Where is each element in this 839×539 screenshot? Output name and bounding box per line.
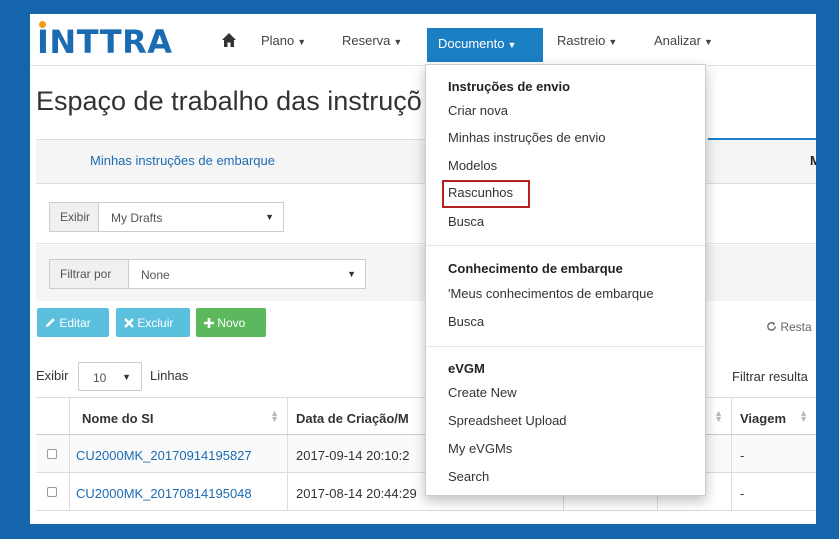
filter-by-select[interactable]: None ▼ — [128, 259, 366, 289]
header-si-name[interactable]: Nome do SI ▲ ▼ — [70, 398, 288, 434]
header-voyage[interactable]: Viagem ▲ ▼ — [732, 398, 816, 434]
logo-dot-icon — [39, 21, 46, 28]
inttra-logo[interactable]: INTTRA — [34, 18, 202, 62]
menu-heading-evgm: eVGM — [448, 361, 485, 376]
menu-item-create-new[interactable]: Criar nova — [448, 103, 508, 118]
header-date-label: Data de Criação/M — [296, 411, 409, 426]
menu-item-my-bills-of-lading[interactable]: 'Meus conhecimentos de embarque — [448, 286, 654, 301]
nav-reserva-label: Reserva — [342, 33, 391, 48]
new-button-label: Novo — [217, 316, 246, 330]
delete-button-label: Excluir — [137, 316, 174, 330]
menu-divider — [426, 346, 705, 347]
header-checkbox-col — [36, 398, 70, 434]
header-voyage-label: Viagem — [740, 411, 787, 426]
nav-analizar[interactable]: Analizar ▼ — [654, 33, 713, 48]
menu-heading-shipping-instructions: Instruções de envio — [448, 79, 571, 94]
filter-by-label: Filtrar por — [49, 259, 129, 289]
chevron-down-icon: ▼ — [608, 37, 618, 47]
sort-icon: ▲ ▼ — [714, 408, 723, 424]
page-length-suffix: Linhas — [150, 368, 189, 383]
menu-item-templates[interactable]: Modelos — [448, 158, 497, 173]
menu-heading-bill-of-lading: Conhecimento de embarque — [448, 261, 623, 276]
drafts-highlight-box — [442, 180, 530, 208]
menu-item-evgm-create-new[interactable]: Create New — [448, 385, 517, 400]
row-select-cell — [36, 473, 70, 510]
voyage-cell: - — [740, 448, 745, 463]
view-select[interactable]: My Drafts ▼ — [98, 202, 284, 232]
header-si-name-label: Nome do SI — [82, 411, 154, 426]
logo-text: INTTRA — [37, 23, 173, 61]
refresh-icon — [767, 321, 776, 331]
top-navbar: INTTRA Plano ▼ Reserva ▼ Documento ▼ Rastre… — [30, 14, 816, 66]
nav-reserva[interactable]: Reserva ▼ — [342, 33, 402, 48]
nav-documento-label: Documento — [438, 36, 505, 51]
filter-by-select-value: None — [141, 268, 170, 282]
page-length-select[interactable]: 10 ▼ — [78, 362, 142, 391]
menu-divider — [426, 245, 705, 246]
documento-dropdown-menu: Instruções de envio Criar nova Minhas in… — [425, 64, 706, 496]
menu-item-my-evgms[interactable]: My eVGMs — [448, 441, 512, 456]
nav-plano[interactable]: Plano ▼ — [261, 33, 306, 48]
menu-item-search-si[interactable]: Busca — [448, 214, 484, 229]
restore-link[interactable]: Resta — [766, 320, 812, 334]
page-length-label: Exibir — [36, 368, 69, 383]
restore-link-label: Resta — [780, 320, 812, 334]
menu-item-search-bl[interactable]: Busca — [448, 314, 484, 329]
menu-item-my-shipping-instructions[interactable]: Minhas instruções de envio — [448, 130, 606, 145]
chevron-down-icon: ▼ — [393, 37, 403, 47]
tab-my-shipping-instructions[interactable]: Minhas instruções de embarque — [90, 153, 275, 168]
new-button[interactable]: Novo — [196, 308, 266, 337]
nav-analizar-label: Analizar — [654, 33, 701, 48]
edit-button[interactable]: Editar — [37, 308, 109, 337]
chevron-down-icon: ▼ — [703, 37, 713, 47]
row-checkbox[interactable] — [47, 487, 57, 497]
nav-plano-label: Plano — [261, 33, 295, 48]
row-checkbox[interactable] — [47, 449, 57, 459]
menu-item-evgm-search[interactable]: Search — [448, 469, 489, 484]
chevron-down-icon: ▼ — [297, 37, 307, 47]
chevron-down-icon: ▼ — [347, 269, 356, 279]
active-tab-underline — [708, 138, 816, 140]
view-select-value: My Drafts — [111, 211, 163, 225]
chevron-down-icon: ▼ — [507, 40, 517, 50]
filter-results-label: Filtrar resulta — [732, 369, 808, 384]
page-length-value: 10 — [93, 371, 107, 385]
voyage-cell: - — [740, 486, 745, 501]
delete-button[interactable]: Excluir — [116, 308, 190, 337]
si-name-link[interactable]: CU2000MK_20170914195827 — [70, 435, 288, 472]
sort-icon: ▲ ▼ — [799, 408, 808, 424]
home-icon[interactable] — [221, 32, 237, 48]
edit-button-label: Editar — [59, 316, 91, 330]
app-window: INTTRA Plano ▼ Reserva ▼ Documento ▼ Rastre… — [30, 14, 816, 524]
si-name-link[interactable]: CU2000MK_20170814195048 — [70, 473, 288, 510]
tab-right-truncated[interactable]: M — [810, 153, 816, 168]
chevron-down-icon: ▼ — [265, 212, 274, 222]
row-select-cell — [36, 435, 70, 472]
chevron-down-icon: ▼ — [122, 372, 131, 382]
nav-rastreio[interactable]: Rastreio ▼ — [557, 33, 617, 48]
sort-icon: ▲ ▼ — [270, 408, 279, 424]
close-icon — [124, 318, 134, 328]
page-title: Espaço de trabalho das instruçõ — [36, 86, 422, 116]
nav-rastreio-label: Rastreio — [557, 33, 606, 48]
menu-item-spreadsheet-upload[interactable]: Spreadsheet Upload — [448, 413, 567, 428]
nav-documento[interactable]: Documento ▼ — [427, 28, 543, 62]
view-label: Exibir — [49, 202, 99, 232]
pencil-icon — [45, 318, 55, 328]
plus-icon — [204, 318, 214, 328]
